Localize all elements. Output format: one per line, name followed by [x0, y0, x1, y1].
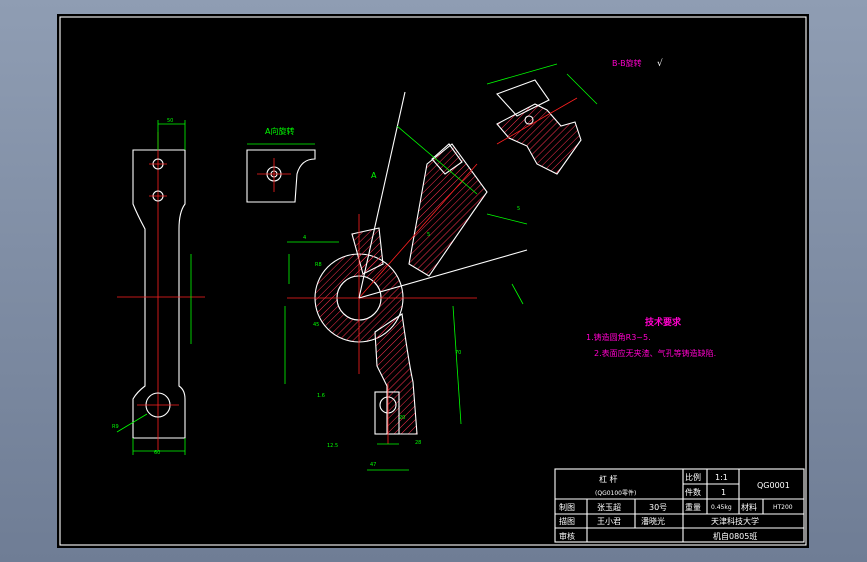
dim-50: 50 [167, 118, 173, 124]
dim-12-5: 12.5 [327, 443, 338, 449]
dim-60: 60 [154, 450, 160, 456]
side-view [116, 120, 205, 455]
tb-check-name: 潘晓光 [641, 516, 665, 526]
tb-part-name: 杠 杆 [599, 474, 618, 484]
tb-student-no: 30号 [649, 503, 667, 512]
tb-review-label: 审核 [559, 531, 575, 541]
tb-class: 机自0805班 [713, 531, 757, 541]
dim-20: 20 [399, 415, 405, 421]
dim-47: 47 [370, 462, 376, 468]
tb-weight-label: 重量 [685, 502, 701, 512]
roughness-symbol: √ [657, 58, 663, 69]
detail-view-label: A向旋转 [265, 126, 294, 136]
tb-qty-label: 件数 [685, 487, 701, 497]
section-view-label: B-B旋转 [612, 58, 642, 68]
detail-view-a [246, 143, 316, 203]
dim-70: 70 [455, 350, 461, 356]
notes-item-2: 2.表面应无夹渣、气孔等铸造缺陷. [594, 348, 716, 358]
dim-5b: 5 [517, 206, 520, 212]
dim-45: 45 [313, 322, 319, 328]
dim-4: 4 [303, 235, 306, 241]
dim-r9: R9 [112, 424, 119, 430]
cad-drawing-area: 60 R9 50 A向旋转 A R8 4 5 5 45 1.6 12.5 70 … [57, 14, 809, 548]
tb-drawn-name: 张玉超 [597, 502, 621, 512]
tb-material-value: HT200 [773, 504, 793, 511]
tb-part-subtitle: (QG0100零件) [595, 489, 636, 497]
drawing-border [59, 16, 807, 546]
tb-school: 天津科技大学 [711, 516, 759, 526]
tb-qty-value: 1 [721, 488, 726, 497]
dim-1-6: 1.6 [317, 393, 325, 399]
tb-weight-value: 0.45kg [711, 504, 732, 511]
notes-title: 技术要求 [645, 316, 682, 328]
notes-item-1: 1.铸造圆角R3~5. [586, 332, 651, 342]
tb-design-label: 描图 [559, 516, 575, 526]
tb-scale-label: 比例 [685, 472, 701, 482]
dim-28: 28 [415, 440, 421, 446]
tb-design-name: 王小君 [597, 517, 621, 526]
tb-material-label: 材料 [741, 502, 757, 512]
tb-scale-value: 1:1 [715, 473, 728, 482]
tb-drawn-label: 制图 [559, 502, 575, 512]
dim-5a: 5 [427, 232, 430, 238]
main-view-lever [284, 91, 528, 471]
tb-drawing-no: QG0001 [757, 481, 790, 490]
section-view-bb [486, 63, 598, 175]
dim-r8: R8 [315, 262, 322, 268]
view-arrow-letter: A [371, 171, 377, 180]
drawing-canvas: 60 R9 50 A向旋转 A R8 4 5 5 45 1.6 12.5 70 … [59, 16, 807, 546]
title-block [554, 468, 805, 543]
